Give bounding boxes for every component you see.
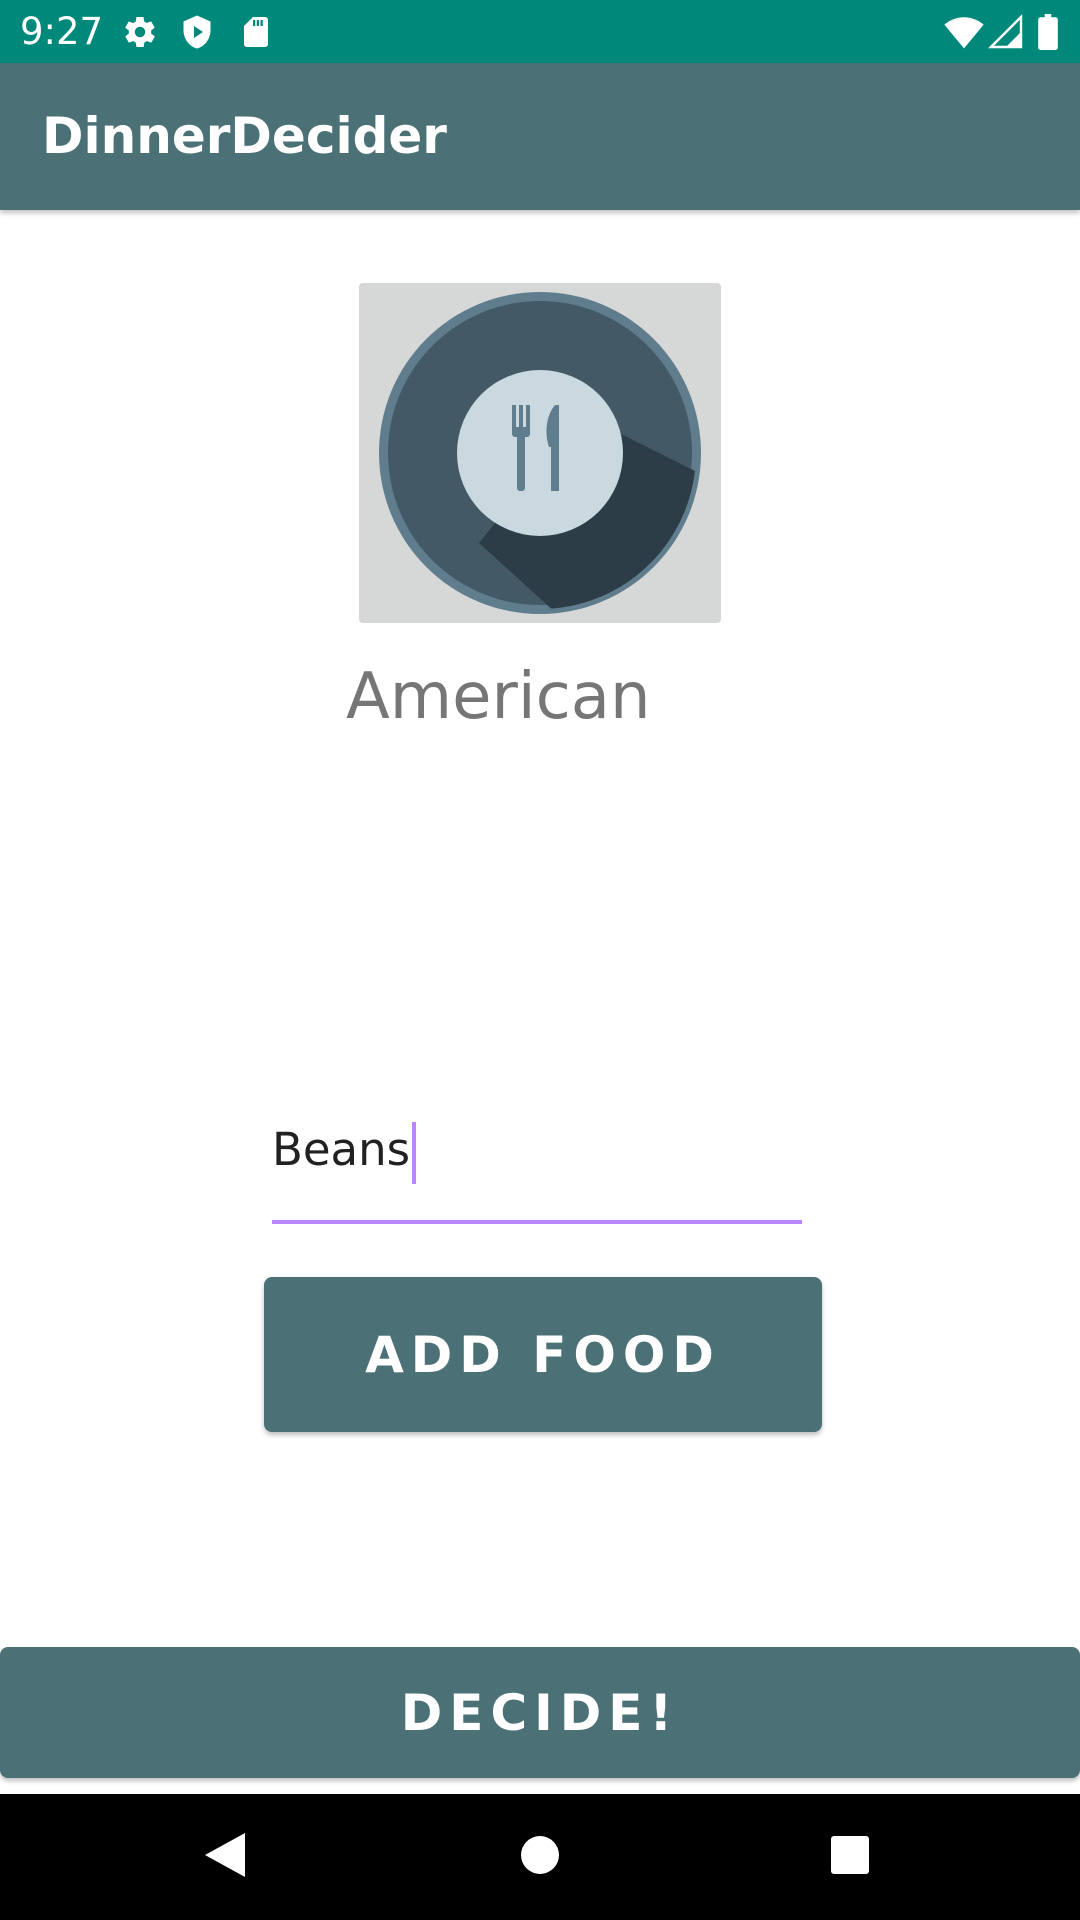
- settings-gear-icon: [122, 14, 158, 50]
- back-icon: [203, 1831, 247, 1884]
- home-icon: [520, 1835, 560, 1880]
- food-input[interactable]: [272, 1110, 802, 1224]
- app-bar: DinnerDecider: [0, 63, 1080, 210]
- add-food-button[interactable]: ADD FOOD: [264, 1277, 822, 1432]
- wifi-icon: [944, 14, 984, 50]
- cuisine-label: American: [346, 660, 651, 734]
- decide-button[interactable]: DECIDE!: [0, 1647, 1080, 1778]
- food-image: [359, 283, 721, 623]
- back-button[interactable]: [165, 1794, 285, 1920]
- recents-icon: [830, 1835, 870, 1880]
- recents-button[interactable]: [790, 1794, 910, 1920]
- status-time: 9:27: [20, 10, 104, 53]
- status-bar: 9:27: [0, 0, 1080, 63]
- cell-signal-icon: [988, 14, 1024, 50]
- app-title: DinnerDecider: [42, 107, 447, 165]
- shield-play-icon: [179, 14, 215, 50]
- home-button[interactable]: [480, 1794, 600, 1920]
- plate-fork-knife-icon: [379, 292, 701, 614]
- navigation-bar: [0, 1794, 1080, 1920]
- battery-icon: [1036, 14, 1060, 50]
- sd-card-icon: [238, 14, 274, 50]
